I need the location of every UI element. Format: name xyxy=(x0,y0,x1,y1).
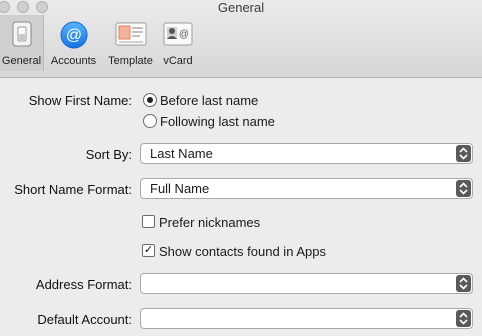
before-last-name-radio[interactable] xyxy=(143,93,157,107)
sort-by-chevron-updown-icon xyxy=(456,145,471,162)
short-name-format-label: Short Name Format: xyxy=(14,182,132,197)
template-card-icon xyxy=(115,21,147,52)
tab-accounts[interactable]: @ Accounts xyxy=(45,15,102,71)
address-format-label: Address Format: xyxy=(35,277,132,292)
show-contacts-in-apps-label[interactable]: Show contacts found in Apps xyxy=(159,244,326,259)
tab-general[interactable]: General xyxy=(0,15,44,71)
tab-template[interactable]: Template xyxy=(104,15,157,71)
default-account-chevron-updown-icon xyxy=(456,310,471,327)
tab-vcard[interactable]: @ vCard xyxy=(158,15,198,71)
sort-by-label: Sort By: xyxy=(85,147,132,162)
window-title: General xyxy=(217,0,265,15)
following-last-name-label[interactable]: Following last name xyxy=(160,114,275,129)
at-sign-icon: @ xyxy=(60,21,88,54)
short-name-format-value: Full Name xyxy=(150,181,210,196)
default-account-label: Default Account: xyxy=(37,312,132,327)
general-switch-icon xyxy=(9,21,35,52)
sort-by-value: Last Name xyxy=(150,146,213,161)
tab-accounts-label: Accounts xyxy=(50,55,97,67)
address-format-chevron-updown-icon xyxy=(456,275,471,292)
short-name-format-chevron-updown-icon xyxy=(456,180,471,197)
tab-general-label: General xyxy=(1,55,42,67)
before-last-name-label[interactable]: Before last name xyxy=(160,93,258,108)
short-name-format-popup[interactable]: Full Name xyxy=(140,178,473,199)
tab-vcard-label: vCard xyxy=(163,55,193,67)
svg-text:@: @ xyxy=(65,27,81,44)
sort-by-popup[interactable]: Last Name xyxy=(140,143,473,164)
prefer-nicknames-checkbox[interactable] xyxy=(142,215,155,228)
show-contacts-in-apps-checkbox[interactable]: ✓ xyxy=(142,244,155,257)
window-titlebar: General General @ Accounts Template @ vC… xyxy=(0,0,482,78)
vcard-icon: @ xyxy=(163,21,193,52)
show-first-name-label: Show First Name: xyxy=(28,93,132,108)
following-last-name-radio[interactable] xyxy=(143,114,157,128)
prefer-nicknames-label[interactable]: Prefer nicknames xyxy=(159,215,260,230)
general-preferences-pane: Show First Name: Before last name Follow… xyxy=(0,78,482,336)
address-format-popup[interactable] xyxy=(140,273,473,294)
default-account-popup[interactable] xyxy=(140,308,473,329)
tab-template-label: Template xyxy=(108,55,153,67)
svg-text:@: @ xyxy=(179,29,189,40)
